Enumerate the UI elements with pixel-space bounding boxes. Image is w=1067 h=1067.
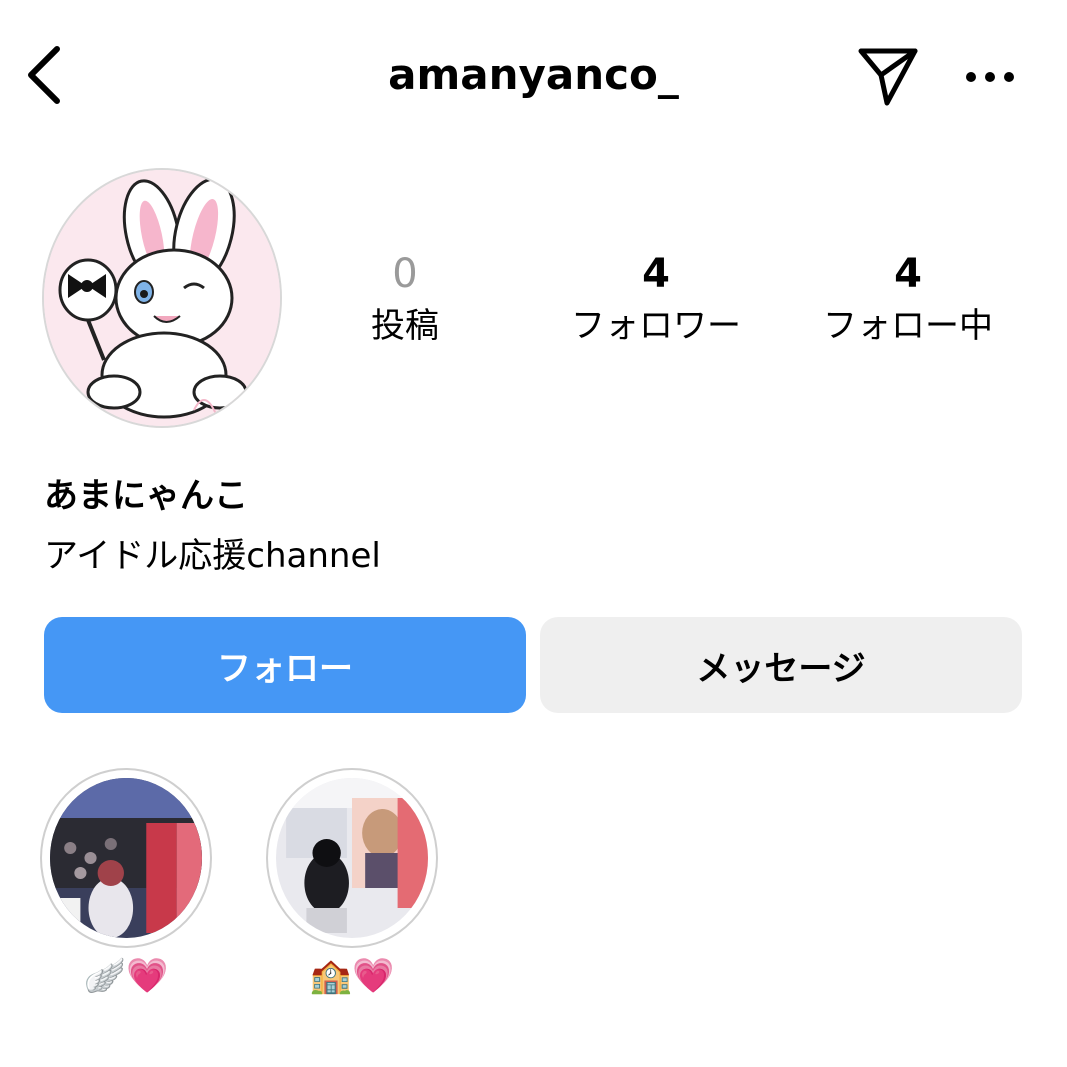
message-button[interactable]: メッセージ [540, 617, 1022, 713]
following-count: 4 [894, 251, 922, 297]
stat-followers[interactable]: 4 フォロワー [556, 248, 756, 350]
posts-count: 0 [392, 251, 418, 297]
paper-plane-icon [858, 48, 918, 106]
highlight-cover-image [276, 778, 428, 938]
stat-posts[interactable]: 0 投稿 [330, 248, 480, 350]
send-message-button[interactable] [852, 40, 924, 112]
highlight-ring [40, 768, 212, 948]
highlight-cover-image [50, 778, 202, 938]
profile-avatar[interactable] [44, 170, 280, 426]
more-options-button[interactable] [958, 55, 1022, 99]
follow-button[interactable]: フォロー [44, 617, 526, 713]
followers-label: フォロワー [571, 306, 741, 346]
following-label: フォロー中 [823, 306, 993, 346]
profile-bio: アイドル応援channel [44, 536, 381, 576]
highlight-label: 🪽💗 [83, 956, 169, 996]
more-horizontal-icon [966, 72, 1014, 82]
top-bar: amanyanco_ [0, 0, 1067, 150]
followers-count: 4 [642, 251, 670, 297]
highlight-ring [266, 768, 438, 948]
display-name: あまにゃんこ [44, 476, 248, 516]
story-highlight[interactable]: 🪽💗 [38, 768, 214, 998]
bunny-illustration [44, 170, 280, 426]
posts-label: 投稿 [371, 306, 439, 346]
stat-following[interactable]: 4 フォロー中 [808, 248, 1008, 350]
story-highlight[interactable]: 🏫💗 [264, 768, 440, 998]
highlight-label: 🏫💗 [309, 956, 395, 996]
